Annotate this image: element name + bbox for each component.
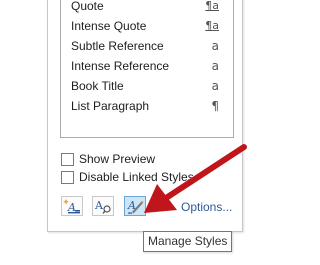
red-arrow-annotation: [144, 144, 247, 213]
new-style-icon: A: [63, 199, 80, 214]
style-list[interactable]: Quote ¶a Intense Quote ¶a Subtle Referen…: [60, 0, 234, 138]
disable-linked-styles-checkbox[interactable]: [61, 171, 74, 184]
style-item-book-title[interactable]: Book Title a: [61, 76, 233, 96]
style-item-intense-quote[interactable]: Intense Quote ¶a: [61, 16, 233, 36]
linked-style-icon: ¶a: [205, 0, 219, 12]
style-item-label: Quote: [71, 0, 104, 13]
new-style-button[interactable]: A: [61, 196, 83, 216]
character-style-icon: a: [211, 59, 219, 73]
paragraph-style-icon: ¶: [211, 99, 219, 113]
tooltip-text: Manage Styles: [148, 234, 228, 248]
style-item-list-paragraph[interactable]: List Paragraph ¶: [61, 96, 233, 116]
character-style-icon: a: [211, 79, 219, 93]
linked-style-icon: ¶a: [205, 19, 219, 32]
style-item-subtle-reference[interactable]: Subtle Reference a: [61, 36, 233, 56]
show-preview-checkbox[interactable]: [61, 153, 74, 166]
style-item-label: List Paragraph: [71, 99, 150, 113]
character-style-icon: a: [211, 39, 219, 53]
style-inspector-icon: A: [94, 199, 111, 214]
manage-styles-tooltip: Manage Styles: [143, 231, 233, 252]
style-item-quote[interactable]: Quote ¶a: [61, 0, 233, 16]
style-item-label: Intense Quote: [71, 19, 147, 33]
style-item-label: Subtle Reference: [71, 39, 164, 53]
style-item-label: Book Title: [71, 79, 124, 93]
style-inspector-button[interactable]: A: [92, 196, 114, 216]
style-item-intense-reference[interactable]: Intense Reference a: [61, 56, 233, 76]
style-item-label: Intense Reference: [71, 59, 170, 73]
svg-text:A: A: [94, 199, 104, 212]
